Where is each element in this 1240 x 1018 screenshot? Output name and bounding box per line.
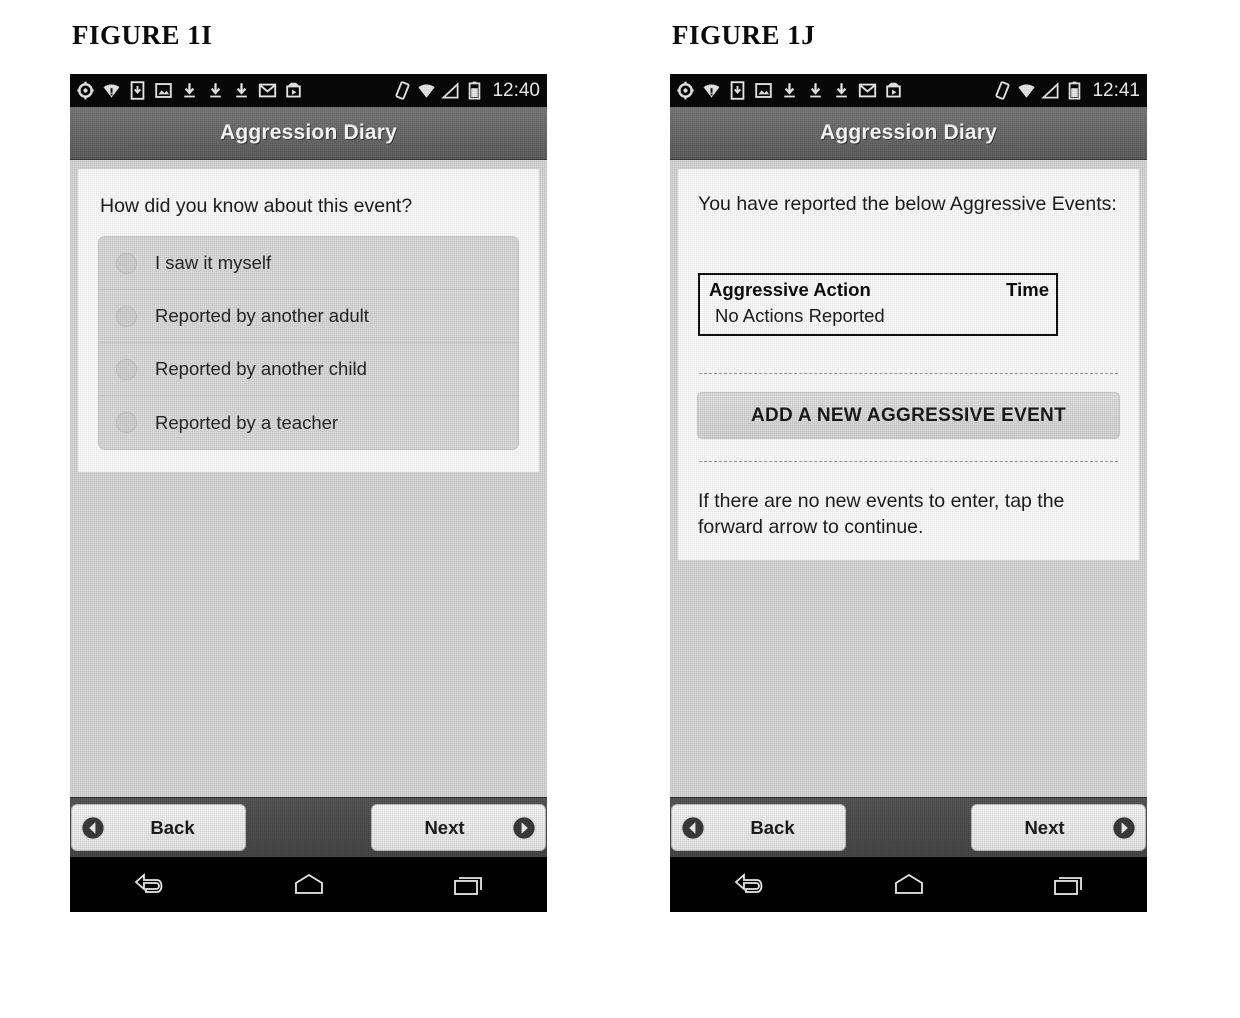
radio-button-icon[interactable] bbox=[116, 305, 137, 327]
status-bar-system: 12:41 bbox=[993, 80, 1140, 102]
download-icon bbox=[780, 80, 799, 101]
status-bar-clock: 12:40 bbox=[492, 79, 540, 101]
continue-hint-text: If there are no new events to enter, tap… bbox=[698, 490, 1065, 538]
figure-1i: FIGURE 1I 12:40 Aggression Diary How did… bbox=[70, 0, 547, 912]
battery-icon bbox=[1065, 80, 1084, 101]
screenshot-icon bbox=[754, 80, 773, 101]
status-bar-notifications bbox=[76, 80, 393, 101]
screen-content-1i: How did you know about this event? I saw… bbox=[70, 160, 547, 797]
wifi-alert-icon bbox=[702, 80, 721, 101]
back-button[interactable]: Back bbox=[71, 804, 246, 851]
sim-card-icon bbox=[128, 80, 147, 101]
phone-mockup-1i: 12:40 Aggression Diary How did you know … bbox=[70, 74, 547, 912]
column-header-time: Time bbox=[1006, 279, 1049, 300]
figure-1j: FIGURE 1J 12:41 Aggression Diary You hav… bbox=[670, 0, 1147, 912]
radio-option-label: I saw it myself bbox=[155, 252, 272, 273]
gmail-icon bbox=[258, 80, 277, 101]
download-icon bbox=[232, 80, 251, 101]
app-title-bar: Aggression Diary bbox=[670, 107, 1147, 160]
figure-1j-title: FIGURE 1J bbox=[672, 20, 816, 50]
status-bar: 12:40 bbox=[70, 74, 547, 107]
question-card: How did you know about this event? I saw… bbox=[78, 169, 539, 472]
chevron-right-circle-icon bbox=[1111, 815, 1137, 841]
table-cell-action: No Actions Reported bbox=[715, 305, 885, 326]
wifi-icon bbox=[1017, 80, 1036, 101]
sim-card-icon bbox=[728, 80, 747, 101]
status-bar-notifications bbox=[676, 80, 993, 101]
divider bbox=[699, 373, 1118, 374]
screen-content-1j: You have reported the below Aggressive E… bbox=[670, 160, 1147, 797]
wifi-alert-icon bbox=[102, 80, 121, 101]
radio-option-row[interactable]: I saw it myself bbox=[99, 237, 518, 290]
screenshot-icon bbox=[154, 80, 173, 101]
home-icon[interactable] bbox=[886, 870, 932, 900]
radio-option-label: Reported by another adult bbox=[155, 305, 369, 326]
radio-option-row[interactable]: Reported by another adult bbox=[99, 290, 518, 343]
reported-events-table: Aggressive Action Time No Actions Report… bbox=[698, 273, 1058, 336]
radio-button-icon[interactable] bbox=[116, 252, 137, 274]
radio-option-row[interactable]: Reported by another child bbox=[99, 343, 518, 396]
settings-icon bbox=[676, 80, 695, 101]
chevron-left-circle-icon bbox=[680, 815, 706, 841]
status-bar-system: 12:40 bbox=[393, 80, 540, 102]
rotate-lock-icon bbox=[393, 80, 412, 101]
phone-mockup-1j: 12:41 Aggression Diary You have reported… bbox=[670, 74, 1147, 912]
question-prompt: How did you know about this event? bbox=[100, 195, 413, 217]
download-icon bbox=[206, 80, 225, 101]
chevron-right-circle-icon bbox=[511, 815, 537, 841]
wizard-navigation-bar: Back Next bbox=[670, 797, 1147, 857]
next-button-label: Next bbox=[424, 816, 465, 838]
wifi-icon bbox=[417, 80, 436, 101]
android-navigation-bar bbox=[70, 857, 547, 912]
rotate-lock-icon bbox=[993, 80, 1012, 101]
back-button-label: Back bbox=[150, 816, 195, 838]
app-title: Aggression Diary bbox=[819, 121, 998, 144]
gmail-icon bbox=[858, 80, 877, 101]
recents-icon[interactable] bbox=[1045, 870, 1091, 900]
radio-option-label: Reported by a teacher bbox=[155, 411, 339, 433]
download-icon bbox=[806, 80, 825, 101]
next-button-label: Next bbox=[1024, 816, 1065, 838]
radio-button-icon[interactable] bbox=[116, 412, 137, 433]
download-icon bbox=[180, 80, 199, 101]
radio-button-icon[interactable] bbox=[116, 358, 137, 380]
next-button[interactable]: Next bbox=[971, 804, 1146, 851]
status-bar-clock: 12:41 bbox=[1092, 79, 1140, 101]
play-store-icon bbox=[884, 80, 903, 101]
signal-icon bbox=[1041, 80, 1060, 101]
radio-option-row[interactable]: Reported by a teacher bbox=[99, 396, 518, 449]
back-button-label: Back bbox=[750, 816, 795, 838]
status-bar: 12:41 bbox=[670, 74, 1147, 107]
back-button[interactable]: Back bbox=[671, 804, 846, 851]
home-icon[interactable] bbox=[286, 870, 332, 900]
chevron-left-circle-icon bbox=[80, 815, 106, 841]
download-icon bbox=[832, 80, 851, 101]
add-new-aggressive-event-label: ADD A NEW AGGRESSIVE EVENT bbox=[750, 404, 1066, 426]
battery-icon bbox=[465, 80, 484, 101]
summary-card: You have reported the below Aggressive E… bbox=[678, 169, 1139, 560]
figure-1i-title: FIGURE 1I bbox=[72, 20, 213, 50]
app-title: Aggression Diary bbox=[219, 121, 398, 144]
back-arrow-icon[interactable] bbox=[727, 870, 773, 900]
next-button[interactable]: Next bbox=[371, 804, 546, 851]
radio-option-label: Reported by another child bbox=[155, 358, 367, 379]
column-header-action: Aggressive Action bbox=[709, 279, 871, 300]
summary-prompt: You have reported the below Aggressive E… bbox=[698, 193, 1117, 215]
android-navigation-bar bbox=[670, 857, 1147, 912]
recents-icon[interactable] bbox=[445, 870, 491, 900]
settings-icon bbox=[76, 80, 95, 101]
add-new-aggressive-event-button[interactable]: ADD A NEW AGGRESSIVE EVENT bbox=[697, 392, 1120, 439]
app-title-bar: Aggression Diary bbox=[70, 107, 547, 160]
knowledge-source-radio-group[interactable]: I saw it myself Reported by another adul… bbox=[98, 236, 519, 450]
signal-icon bbox=[441, 80, 460, 101]
wizard-navigation-bar: Back Next bbox=[70, 797, 547, 857]
divider bbox=[699, 461, 1118, 462]
table-row: No Actions Reported bbox=[700, 304, 1056, 334]
table-header-row: Aggressive Action Time bbox=[700, 275, 1056, 304]
play-store-icon bbox=[284, 80, 303, 101]
back-arrow-icon[interactable] bbox=[127, 870, 173, 900]
